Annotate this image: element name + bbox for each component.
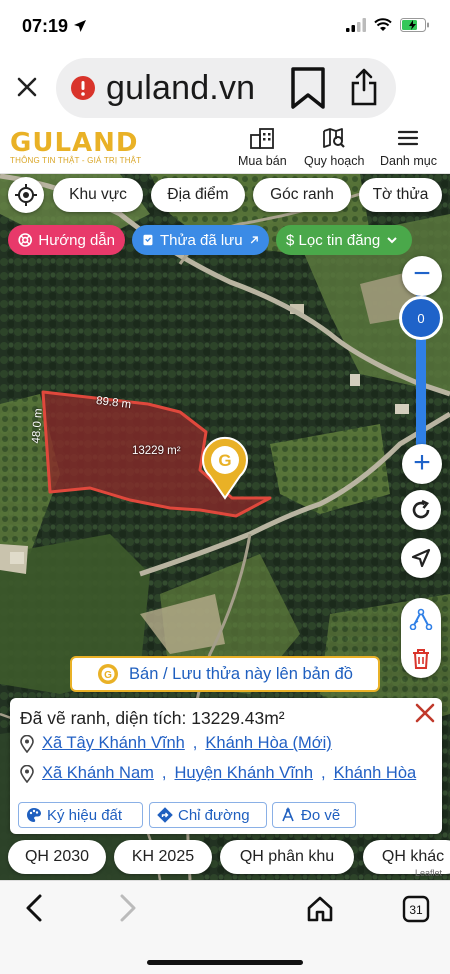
address-bar[interactable]: guland.vn — [56, 58, 396, 118]
wifi-icon — [374, 18, 392, 31]
sell-save-label: Bán / Lưu thửa này lên bản đồ — [129, 664, 353, 683]
tab-qh-2030[interactable]: QH 2030 — [8, 840, 106, 874]
guide-label: Hướng dẫn — [38, 231, 115, 249]
zoom-in-label: + — [413, 445, 431, 479]
svg-text:31: 31 — [409, 903, 423, 917]
address-new: Xã Tây Khánh Vĩnh, Khánh Hòa (Mới) — [20, 734, 332, 753]
forward-arrow-icon[interactable] — [116, 893, 140, 923]
zoom-out-button[interactable]: − — [402, 256, 442, 296]
filter-dia-diem[interactable]: Địa điểm — [151, 178, 245, 212]
status-bar: 07:19 — [0, 0, 450, 54]
address-old-district-link[interactable]: Huyện Khánh Vĩnh — [175, 764, 314, 783]
logo-tagline: THÔNG TIN THẬT - GIÁ TRỊ THẬT — [10, 156, 142, 165]
address-old-province-link[interactable]: Khánh Hòa — [334, 764, 417, 783]
measure-compass-icon — [282, 807, 294, 822]
land-symbol-button[interactable]: Ký hiệu đất — [18, 802, 143, 828]
leaflet-attribution[interactable]: Leaflet — [415, 868, 442, 878]
svg-text:G: G — [218, 451, 231, 470]
guland-badge-icon: G — [98, 664, 119, 684]
refresh-button[interactable] — [401, 490, 441, 530]
directions-label: Chỉ đường — [178, 806, 250, 824]
parcel-info-card: Đã vẽ ranh, diện tích: 13229.43m² Xã Tây… — [10, 698, 442, 834]
locate-button[interactable] — [8, 177, 44, 213]
nav-mua-ban[interactable]: Mua bán — [238, 127, 287, 168]
parcel-info-title: Đã vẽ ranh, diện tích: 13229.43m² — [20, 708, 285, 728]
url-text: guland.vn — [106, 68, 256, 107]
signal-icon — [346, 18, 366, 32]
draw-tools-group — [401, 598, 441, 678]
zoom-out-label: − — [413, 257, 431, 290]
close-card-icon[interactable] — [412, 700, 438, 726]
nav-label: Danh mục — [380, 154, 437, 168]
navigation-arrow-icon — [411, 548, 431, 568]
parcel-area-label: 13229 m² — [132, 445, 181, 457]
filter-goc-ranh[interactable]: Góc ranh — [253, 178, 351, 212]
external-arrow-icon — [250, 236, 258, 244]
site-header: GULAND THÔNG TIN THẬT - GIÁ TRỊ THẬT Mua… — [0, 122, 450, 174]
land-symbol-label: Ký hiệu đất — [47, 806, 123, 824]
location-pin-icon — [20, 764, 34, 783]
location-arrow-icon — [74, 20, 87, 32]
security-warning-icon — [71, 76, 95, 100]
directions-button[interactable]: Chỉ đường — [149, 802, 267, 828]
saved-label: Thửa đã lưu — [159, 231, 243, 249]
filter-to-thua[interactable]: Tờ thửa — [359, 178, 442, 212]
tab-kh-2025[interactable]: KH 2025 — [114, 840, 212, 874]
guide-button[interactable]: Hướng dẫn — [8, 225, 125, 255]
buildings-icon — [250, 128, 275, 149]
help-ring-icon — [18, 233, 33, 247]
back-arrow-icon[interactable] — [22, 893, 46, 923]
nav-label: Quy hoạch — [304, 154, 365, 168]
sell-save-parcel-button[interactable]: G Bán / Lưu thửa này lên bản đồ — [70, 656, 380, 692]
browser-bar: guland.vn — [0, 54, 450, 122]
address-new-province-link[interactable]: Khánh Hòa (Mới) — [205, 734, 331, 753]
battery-charging-icon — [400, 18, 429, 32]
status-icons — [346, 18, 430, 32]
measure-button[interactable]: Đo vẽ — [272, 802, 356, 828]
filter-listings-label: $ Lọc tin đăng — [286, 231, 381, 249]
location-pin-icon — [20, 734, 34, 753]
bookmark-check-icon — [143, 234, 153, 246]
address-old-commune-link[interactable]: Xã Khánh Nam — [42, 764, 154, 783]
nav-danh-muc[interactable]: Danh mục — [380, 127, 437, 168]
zoom-in-button[interactable]: + — [402, 444, 442, 484]
share-icon[interactable] — [350, 68, 378, 106]
measure-draw-icon[interactable] — [409, 608, 433, 630]
tabs-count-icon[interactable]: 31 — [402, 895, 430, 923]
status-time: 07:19 — [22, 16, 87, 37]
trash-icon[interactable] — [411, 648, 431, 670]
palette-icon — [27, 808, 41, 822]
planning-tabs: QH 2030 KH 2025 QH phân khu QH khác — [0, 840, 450, 880]
directions-icon — [157, 807, 173, 823]
hamburger-menu-icon — [398, 130, 419, 146]
filter-khu-vuc[interactable]: Khu vực — [53, 178, 143, 212]
address-old: Xã Khánh Nam, Huyện Khánh Vĩnh, Khánh Hò… — [20, 764, 416, 783]
home-icon[interactable] — [306, 895, 334, 923]
logo-text: GULAND — [10, 128, 139, 158]
nav-label: Mua bán — [238, 154, 287, 168]
close-icon[interactable] — [12, 72, 42, 102]
zoom-level-handle[interactable]: 0 — [399, 296, 443, 340]
tab-qh-phan-khu[interactable]: QH phân khu — [220, 840, 354, 874]
navigate-button[interactable] — [401, 538, 441, 578]
bookmark-icon[interactable] — [288, 66, 328, 110]
guland-logo[interactable]: GULAND THÔNG TIN THẬT - GIÁ TRỊ THẬT — [10, 128, 141, 165]
refresh-icon — [412, 499, 430, 519]
chevron-down-icon — [387, 237, 397, 244]
svg-text:G: G — [104, 670, 112, 681]
map-pin-marker[interactable]: G — [200, 436, 250, 500]
map-search-icon — [323, 128, 346, 148]
measure-label: Đo vẽ — [301, 806, 341, 824]
crosshair-icon — [15, 184, 37, 206]
nav-quy-hoach[interactable]: Quy hoạch — [304, 127, 364, 168]
parcel-left-edge-label: 48.0 m — [30, 408, 45, 444]
home-indicator — [147, 960, 303, 965]
address-new-commune-link[interactable]: Xã Tây Khánh Vĩnh — [42, 734, 185, 753]
saved-parcels-button[interactable]: Thửa đã lưu — [132, 225, 269, 255]
filter-listings-button[interactable]: $ Lọc tin đăng — [276, 225, 412, 255]
